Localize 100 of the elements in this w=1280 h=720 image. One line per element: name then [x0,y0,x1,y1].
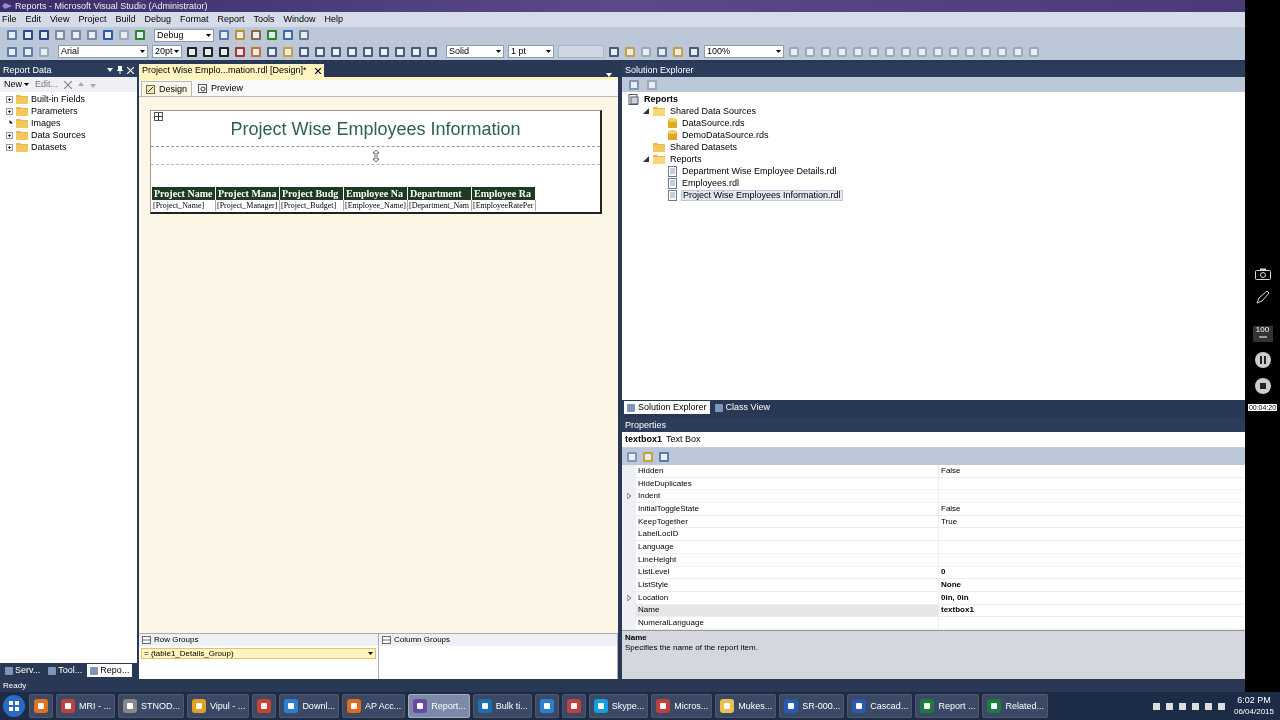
property-name[interactable]: ListLevel [636,566,938,579]
minus-icon[interactable] [1258,334,1267,340]
tool-icon[interactable] [688,45,700,58]
property-name[interactable]: ListStyle [636,579,938,591]
tool-icon[interactable] [346,45,358,58]
camera-icon[interactable] [1254,268,1271,280]
border-width-dropdown[interactable]: 1 pt [508,45,554,58]
row-group-item[interactable]: = (table1_Details_Group) [141,648,376,659]
expanded-arrow-icon[interactable] [643,156,649,162]
stop-icon[interactable] [1254,378,1271,394]
property-name[interactable]: Language [636,541,938,553]
tool-icon[interactable] [314,45,326,58]
tool-icon[interactable] [22,29,34,41]
tree-item[interactable]: DemoDataSource.rds [681,130,770,140]
property-name[interactable]: NumeralLanguage [636,617,938,629]
tree-item[interactable]: Images [31,118,61,128]
tool-icon[interactable] [378,45,390,58]
new-button[interactable]: New [4,80,29,89]
menu-item[interactable]: Edit [25,15,42,24]
property-value[interactable]: False [941,504,961,513]
tool-icon[interactable] [410,45,422,58]
tree-item[interactable]: Shared Data Sources [669,106,758,116]
tree-item[interactable]: Department Wise Employee Details.rdl [681,166,838,176]
tool-icon[interactable] [266,45,278,58]
zoom-dropdown[interactable]: 100% [704,45,784,58]
taskbar-button[interactable]: Related... [982,694,1048,718]
tree-item[interactable]: Project Wise Employees Information.rdl [681,189,843,201]
tool-icon[interactable] [38,29,50,41]
panel-tab[interactable]: Class View [711,401,773,414]
start-button-icon[interactable] [2,694,26,718]
property-value[interactable]: False [941,466,961,475]
tree-item[interactable]: Parameters [31,106,78,116]
taskbar-button[interactable]: Micros... [651,694,713,718]
taskbar-button[interactable]: AP Acc... [341,694,406,718]
expand-arrow-icon[interactable] [627,594,631,601]
tree-item[interactable]: Reports [643,94,679,104]
border-style-dropdown[interactable]: Solid [446,45,504,58]
property-name[interactable]: LabelLocID [636,528,938,541]
menu-item[interactable]: Project [78,15,107,24]
taskbar-button[interactable]: STNOD... [118,694,184,718]
tree-item[interactable]: DataSource.rds [681,118,746,128]
panel-tab[interactable]: Serv... [2,664,44,677]
property-name[interactable]: LineHeight [636,553,938,566]
menu-item[interactable]: Build [115,15,136,24]
tree-item[interactable]: Built-in Fields [31,94,86,104]
menu-item[interactable]: Help [324,15,344,24]
taskbar-button[interactable]: Mukes... [715,694,777,718]
panel-tab[interactable]: Repo... [87,664,133,677]
expand-arrow-icon[interactable] [627,493,631,500]
property-name[interactable]: HideDuplicates [636,477,938,490]
font-dropdown[interactable]: Arial [58,45,148,58]
taskbar-button[interactable]: Downl... [279,694,339,718]
menu-item[interactable]: Format [179,15,209,24]
expand-icon[interactable] [6,143,13,151]
menu-item[interactable]: Window [283,15,316,24]
close-icon[interactable] [314,67,321,74]
taskbar-button[interactable]: SR-000... [779,694,845,718]
tree-item[interactable]: Shared Datasets [669,142,739,152]
taskbar-button[interactable]: Bulk ti... [472,694,532,718]
expand-icon[interactable] [6,107,13,115]
taskbar-button[interactable] [561,694,586,718]
tool-icon[interactable] [186,45,198,58]
tree-item[interactable]: Reports [669,154,703,164]
taskbar-button[interactable]: Skype... [588,694,649,718]
configuration-dropdown[interactable]: Debug [154,28,214,42]
menu-item[interactable]: Tools [253,15,275,24]
property-name[interactable]: KeepTogether [636,515,938,528]
pen-icon[interactable] [1255,290,1270,304]
property-name[interactable]: InitialToggleState [636,503,938,515]
taskbar-button[interactable] [534,694,559,718]
property-value[interactable]: None [941,581,961,590]
tree-item[interactable]: Employees.rdl [681,178,741,188]
property-name[interactable]: Hidden [636,465,938,477]
taskbar-button[interactable] [29,694,53,718]
tool-icon[interactable] [362,45,374,58]
property-value[interactable]: textbox1 [941,606,974,615]
view-tab[interactable]: Design [141,81,192,96]
tool-icon[interactable] [394,45,406,58]
pause-icon[interactable] [1254,352,1271,368]
tree-item[interactable]: Datasets [31,142,67,152]
taskbar-button[interactable]: Report ... [915,694,980,718]
expand-icon[interactable] [6,95,13,103]
taskbar-button[interactable]: MRI - ... [56,694,115,718]
document-tab[interactable]: Project Wise Emplo...mation.rdl [Design]* [139,64,324,77]
menu-item[interactable]: File [2,15,17,24]
caret-icon[interactable] [107,68,113,72]
tool-icon[interactable] [608,45,620,58]
tree-item[interactable]: Data Sources [31,130,86,140]
property-value[interactable]: 0 [941,568,946,577]
property-value[interactable]: True [941,517,958,526]
property-value[interactable]: 0in, 0in [941,593,969,602]
delete-icon[interactable] [64,80,73,89]
tool-icon[interactable] [298,45,310,58]
property-name[interactable]: Indent [636,490,938,503]
tool-icon[interactable] [202,45,214,58]
panel-tab[interactable]: Tool... [45,664,86,677]
taskbar-button[interactable] [252,694,277,718]
menu-item[interactable]: Debug [144,15,171,24]
edit-button[interactable]: Edit... [35,80,59,89]
font-size-dropdown[interactable]: 20pt [152,45,182,58]
